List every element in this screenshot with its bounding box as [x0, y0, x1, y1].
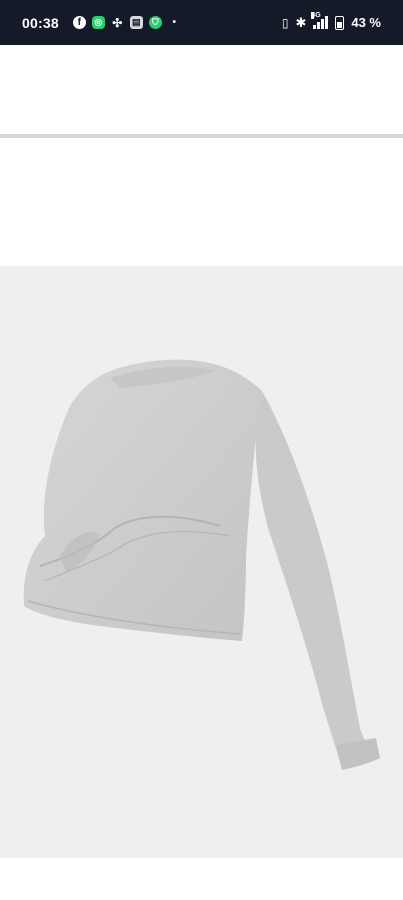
battery-icon [335, 15, 345, 30]
pinwheel-icon: ✣ [112, 15, 123, 30]
notification-card-icon: ▤ [129, 16, 143, 29]
product-image[interactable] [0, 266, 403, 858]
vibrate-icon: ▯ [281, 15, 289, 30]
more-dot-icon: • [172, 17, 177, 28]
whatsapp-icon: ◎ [91, 16, 105, 29]
status-right: ▯ ✱ 4G 43 % [281, 12, 381, 31]
sweater-image [23, 359, 380, 770]
page-header-area [0, 45, 403, 134]
battery-percent: 43 % [351, 15, 381, 30]
status-bar: 00:38 f ◎ ✣ ▤ ⛉ • ▯ ✱ 4G 43 % [0, 0, 403, 45]
bluetooth-icon: ✱ [295, 14, 307, 30]
network-type: 4G [311, 12, 321, 19]
status-left: 00:38 f ◎ ✣ ▤ ⛉ • [22, 15, 181, 31]
sweater-body [23, 359, 262, 641]
facebook-icon: f [72, 16, 86, 29]
shield-icon: ⛉ [148, 16, 162, 29]
sweater-sleeve [255, 391, 376, 768]
clock: 00:38 [22, 14, 59, 31]
header-divider [0, 134, 403, 138]
signal-icon: 4G [311, 12, 329, 29]
